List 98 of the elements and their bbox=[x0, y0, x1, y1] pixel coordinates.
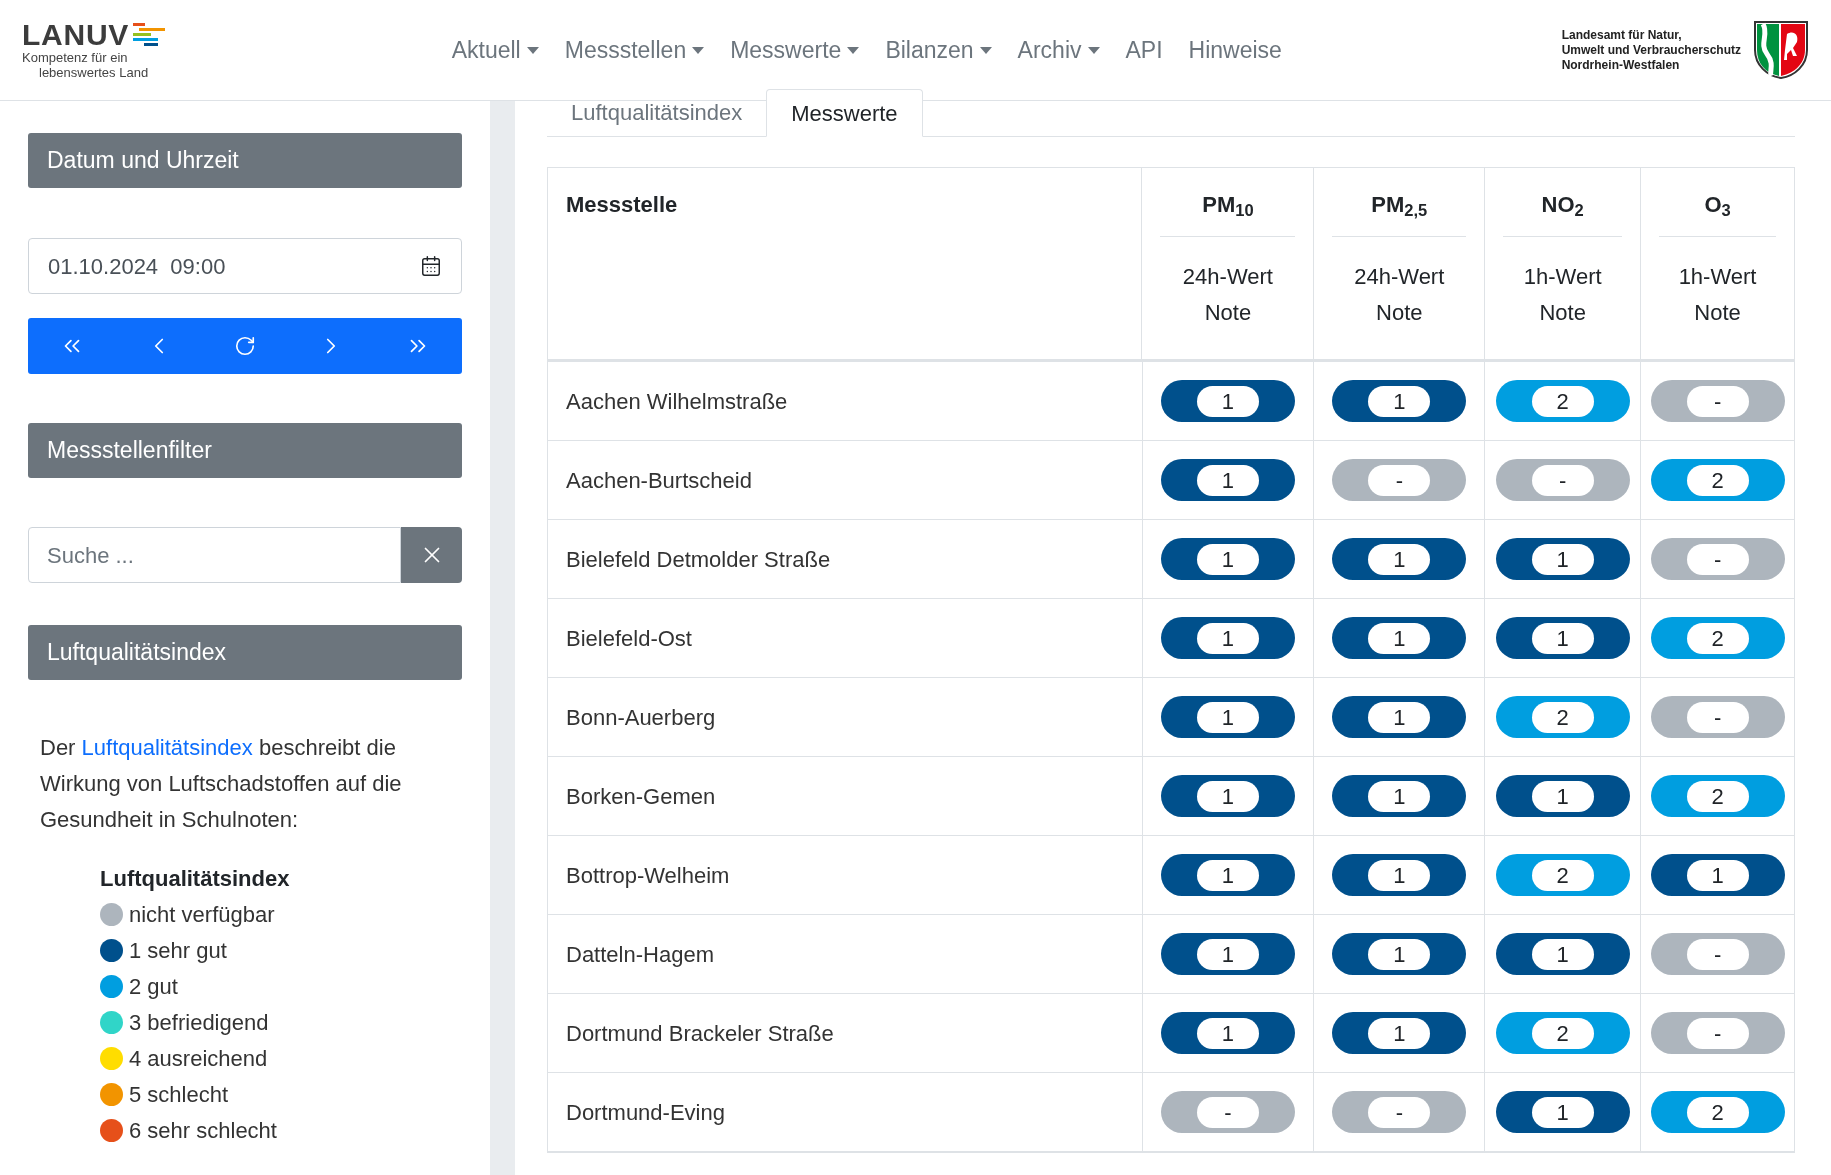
grade-value: 1 bbox=[1196, 464, 1259, 496]
column-subheader: 1h-Wert bbox=[1523, 263, 1602, 291]
grade-value: 1 bbox=[1531, 622, 1594, 654]
nav-link[interactable]: API bbox=[1125, 32, 1163, 68]
clear-search-button[interactable] bbox=[401, 527, 462, 583]
grade-value: 1 bbox=[1368, 543, 1431, 575]
grade-value: 1 bbox=[1196, 622, 1259, 654]
index-link[interactable]: Luftqualitätsindex bbox=[81, 735, 253, 760]
grade-value: - bbox=[1531, 464, 1594, 496]
column-subheader: Note bbox=[1376, 299, 1423, 327]
grade-value: 1 bbox=[1368, 622, 1431, 654]
grade-value: 1 bbox=[1196, 780, 1259, 812]
station-name: Dortmund Brackeler Straße bbox=[566, 1019, 834, 1048]
legend-label: 1 sehr gut bbox=[129, 936, 227, 965]
grade-value: 2 bbox=[1686, 1096, 1749, 1128]
grade-value: 1 bbox=[1196, 701, 1259, 733]
grade-value: 1 bbox=[1196, 385, 1259, 417]
grade-value: 1 bbox=[1196, 1017, 1259, 1049]
station-name: Aachen Wilhelmstraße bbox=[566, 387, 788, 416]
grade-value: 1 bbox=[1531, 1096, 1594, 1128]
logo-stripes-icon bbox=[133, 23, 166, 47]
description-text: Der Luftqualitätsindex beschreibt die Wirkung von Luftschadstoffen auf die Gesundheit in Schulnoten: bbox=[39, 734, 403, 834]
section-heading: Luftqualitätsindex bbox=[28, 625, 462, 680]
grade-value: 2 bbox=[1686, 622, 1749, 654]
logo-wordmark: LANUV bbox=[22, 20, 130, 50]
column-header: NO$_{2}$ bbox=[1541, 191, 1584, 222]
station-name: Bonn-Auerberg bbox=[566, 703, 716, 732]
grade-value: 1 bbox=[1368, 1017, 1431, 1049]
grade-value: 2 bbox=[1686, 780, 1749, 812]
grade-value: - bbox=[1196, 1096, 1259, 1128]
agency-name: Nordrhein-Westfalen bbox=[1561, 57, 1681, 73]
column-header: PM$_{10}$ bbox=[1202, 191, 1254, 222]
column-subheader: 24h-Wert bbox=[1182, 263, 1273, 291]
legend-label: 3 befriedigend bbox=[129, 1008, 269, 1037]
grade-value: 1 bbox=[1531, 780, 1594, 812]
grade-value: 1 bbox=[1368, 780, 1431, 812]
coat-of-arms-icon bbox=[1753, 20, 1809, 80]
station-name: Dortmund-Eving bbox=[566, 1098, 725, 1127]
grade-value: - bbox=[1368, 1096, 1431, 1128]
station-name: Bottrop-Welheim bbox=[566, 861, 730, 890]
legend-label: 5 schlecht bbox=[129, 1080, 229, 1109]
grade-value: 1 bbox=[1686, 859, 1749, 891]
nav-link[interactable]: Hinweise bbox=[1188, 32, 1282, 68]
grade-value: - bbox=[1686, 701, 1749, 733]
nav-link[interactable]: Bilanzen bbox=[885, 32, 992, 68]
station-name: Bielefeld Detmolder Straße bbox=[566, 545, 831, 574]
column-header: O$_{3}$ bbox=[1704, 191, 1731, 222]
tab[interactable]: Messwerte bbox=[766, 89, 923, 137]
grade-value: 2 bbox=[1686, 464, 1749, 496]
column-subheader: Note bbox=[1694, 299, 1741, 327]
legend-label: 6 sehr schlecht bbox=[129, 1116, 277, 1145]
grade-value: 2 bbox=[1531, 859, 1594, 891]
grade-value: 1 bbox=[1196, 859, 1259, 891]
legend-label: nicht verfügbar bbox=[129, 900, 275, 929]
grade-value: 2 bbox=[1531, 701, 1594, 733]
station-name: Aachen-Burtscheid bbox=[566, 466, 752, 495]
legend-label: 2 gut bbox=[129, 972, 178, 1001]
calendar-icon bbox=[420, 255, 442, 277]
grade-value: 1 bbox=[1531, 938, 1594, 970]
logo-tagline: lebenswertes Land bbox=[38, 65, 150, 80]
column-subheader: Note bbox=[1204, 299, 1252, 327]
station-name: Datteln-Hagem bbox=[566, 940, 714, 969]
logo-tagline: Kompetenz für ein bbox=[22, 50, 129, 65]
legend-label: 4 ausreichend bbox=[129, 1044, 268, 1073]
station-name: Bielefeld-Ost bbox=[566, 624, 692, 653]
date-time-field[interactable]: 01.10.2024 09:00 bbox=[28, 238, 462, 294]
grade-value: 2 bbox=[1531, 385, 1594, 417]
nav-link[interactable]: Messwerte bbox=[730, 32, 860, 68]
column-header: PM$_{2,5}$ bbox=[1371, 191, 1428, 222]
grade-value: - bbox=[1686, 1017, 1749, 1049]
column-subheader: 24h-Wert bbox=[1354, 263, 1445, 291]
search-field[interactable]: Suche ... bbox=[28, 527, 401, 583]
nav-link[interactable]: Messstellen bbox=[564, 32, 705, 68]
grade-value: - bbox=[1686, 385, 1749, 417]
grade-value: - bbox=[1686, 938, 1749, 970]
grade-value: 1 bbox=[1531, 543, 1594, 575]
column-subheader: Note bbox=[1539, 299, 1586, 327]
grade-value: 1 bbox=[1196, 938, 1259, 970]
grade-value: 1 bbox=[1196, 543, 1259, 575]
agency-name: Landesamt für Natur, bbox=[1561, 27, 1683, 43]
agency-name: Umwelt und Verbraucherschutz bbox=[1561, 42, 1741, 58]
tab[interactable]: Luftqualitätsindex bbox=[547, 89, 767, 136]
column-subheader: 1h-Wert bbox=[1678, 263, 1757, 291]
section-heading: Datum und Uhrzeit bbox=[28, 133, 462, 188]
grade-value: - bbox=[1686, 543, 1749, 575]
station-name: Borken-Gemen bbox=[566, 782, 716, 811]
grade-value: 1 bbox=[1368, 385, 1431, 417]
grade-value: 1 bbox=[1368, 859, 1431, 891]
nav-link[interactable]: Aktuell bbox=[451, 32, 539, 68]
refresh-icon bbox=[234, 335, 256, 357]
section-heading: Messstellenfilter bbox=[28, 423, 462, 478]
column-header: Messstelle bbox=[566, 192, 678, 217]
grade-value: 1 bbox=[1368, 938, 1431, 970]
grade-value: - bbox=[1368, 464, 1431, 496]
grade-value: 2 bbox=[1531, 1017, 1594, 1049]
nav-link[interactable]: Archiv bbox=[1017, 32, 1100, 68]
legend-title: Luftqualitätsindex bbox=[100, 865, 291, 893]
grade-value: 1 bbox=[1368, 701, 1431, 733]
